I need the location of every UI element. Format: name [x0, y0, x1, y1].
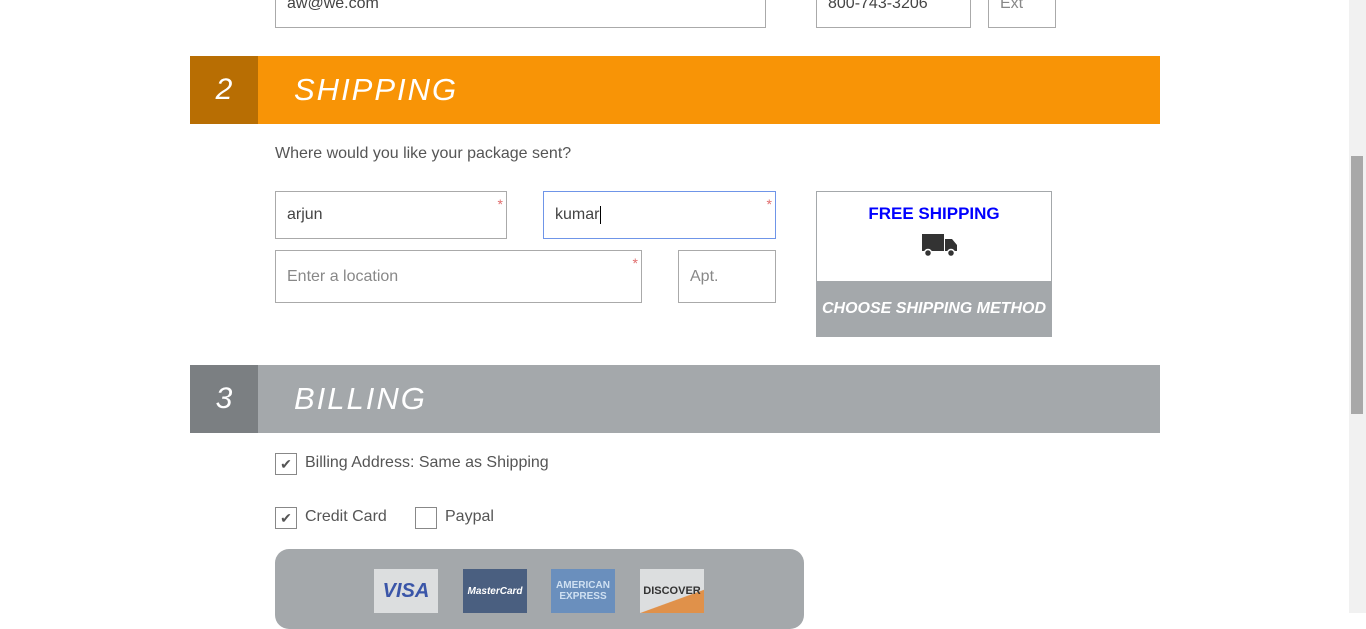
email-value: aw@we.com — [287, 0, 379, 12]
ext-placeholder: Ext — [1000, 0, 1024, 12]
step-number: 2 — [190, 56, 258, 124]
paypal-label: Paypal — [445, 508, 494, 525]
apt-field[interactable]: Apt. — [678, 250, 776, 303]
choose-shipping-method-button[interactable]: CHOOSE SHIPPING METHOD — [817, 281, 1051, 336]
billing-header: 3 BILLING — [190, 365, 1160, 433]
truck-icon — [922, 234, 957, 258]
ext-field[interactable]: Ext — [988, 0, 1056, 28]
last-name-field[interactable]: kumar * — [543, 191, 776, 239]
scrollbar[interactable] — [1349, 0, 1366, 613]
phone-field[interactable]: 800-743-3206 — [816, 0, 971, 28]
mastercard-logo: MasterCard — [463, 569, 527, 613]
visa-logo: VISA — [374, 569, 438, 613]
first-name-value: arjun — [287, 206, 323, 223]
discover-logo: DISCOVER — [640, 569, 704, 613]
first-name-field[interactable]: arjun * — [275, 191, 507, 239]
free-shipping-label: FREE SHIPPING — [868, 204, 1000, 223]
last-name-value: kumar — [555, 206, 600, 223]
location-placeholder: Enter a location — [287, 267, 399, 285]
same-as-shipping-label: Billing Address: Same as Shipping — [305, 454, 549, 471]
card-panel — [275, 549, 804, 629]
scrollbar-thumb[interactable] — [1351, 156, 1363, 414]
section-title: SHIPPING — [294, 72, 459, 107]
paypal-checkbox[interactable] — [415, 507, 437, 529]
section-title: BILLING — [294, 381, 427, 416]
email-field[interactable]: aw@we.com — [275, 0, 766, 28]
location-field[interactable]: Enter a location * — [275, 250, 642, 303]
shipping-header: 2 SHIPPING — [190, 56, 1160, 124]
credit-card-label: Credit Card — [305, 508, 387, 525]
amex-logo: AMERICAN EXPRESS — [551, 569, 615, 613]
apt-placeholder: Apt. — [690, 267, 719, 285]
shipping-method-box[interactable]: FREE SHIPPING CHOOSE SHIPPING METHOD — [816, 191, 1052, 337]
step-number: 3 — [190, 365, 258, 433]
phone-value: 800-743-3206 — [828, 0, 928, 12]
credit-card-checkbox[interactable]: ✔ — [275, 507, 297, 529]
same-as-shipping-checkbox[interactable]: ✔ — [275, 453, 297, 475]
shipping-prompt: Where would you like your package sent? — [275, 145, 572, 162]
